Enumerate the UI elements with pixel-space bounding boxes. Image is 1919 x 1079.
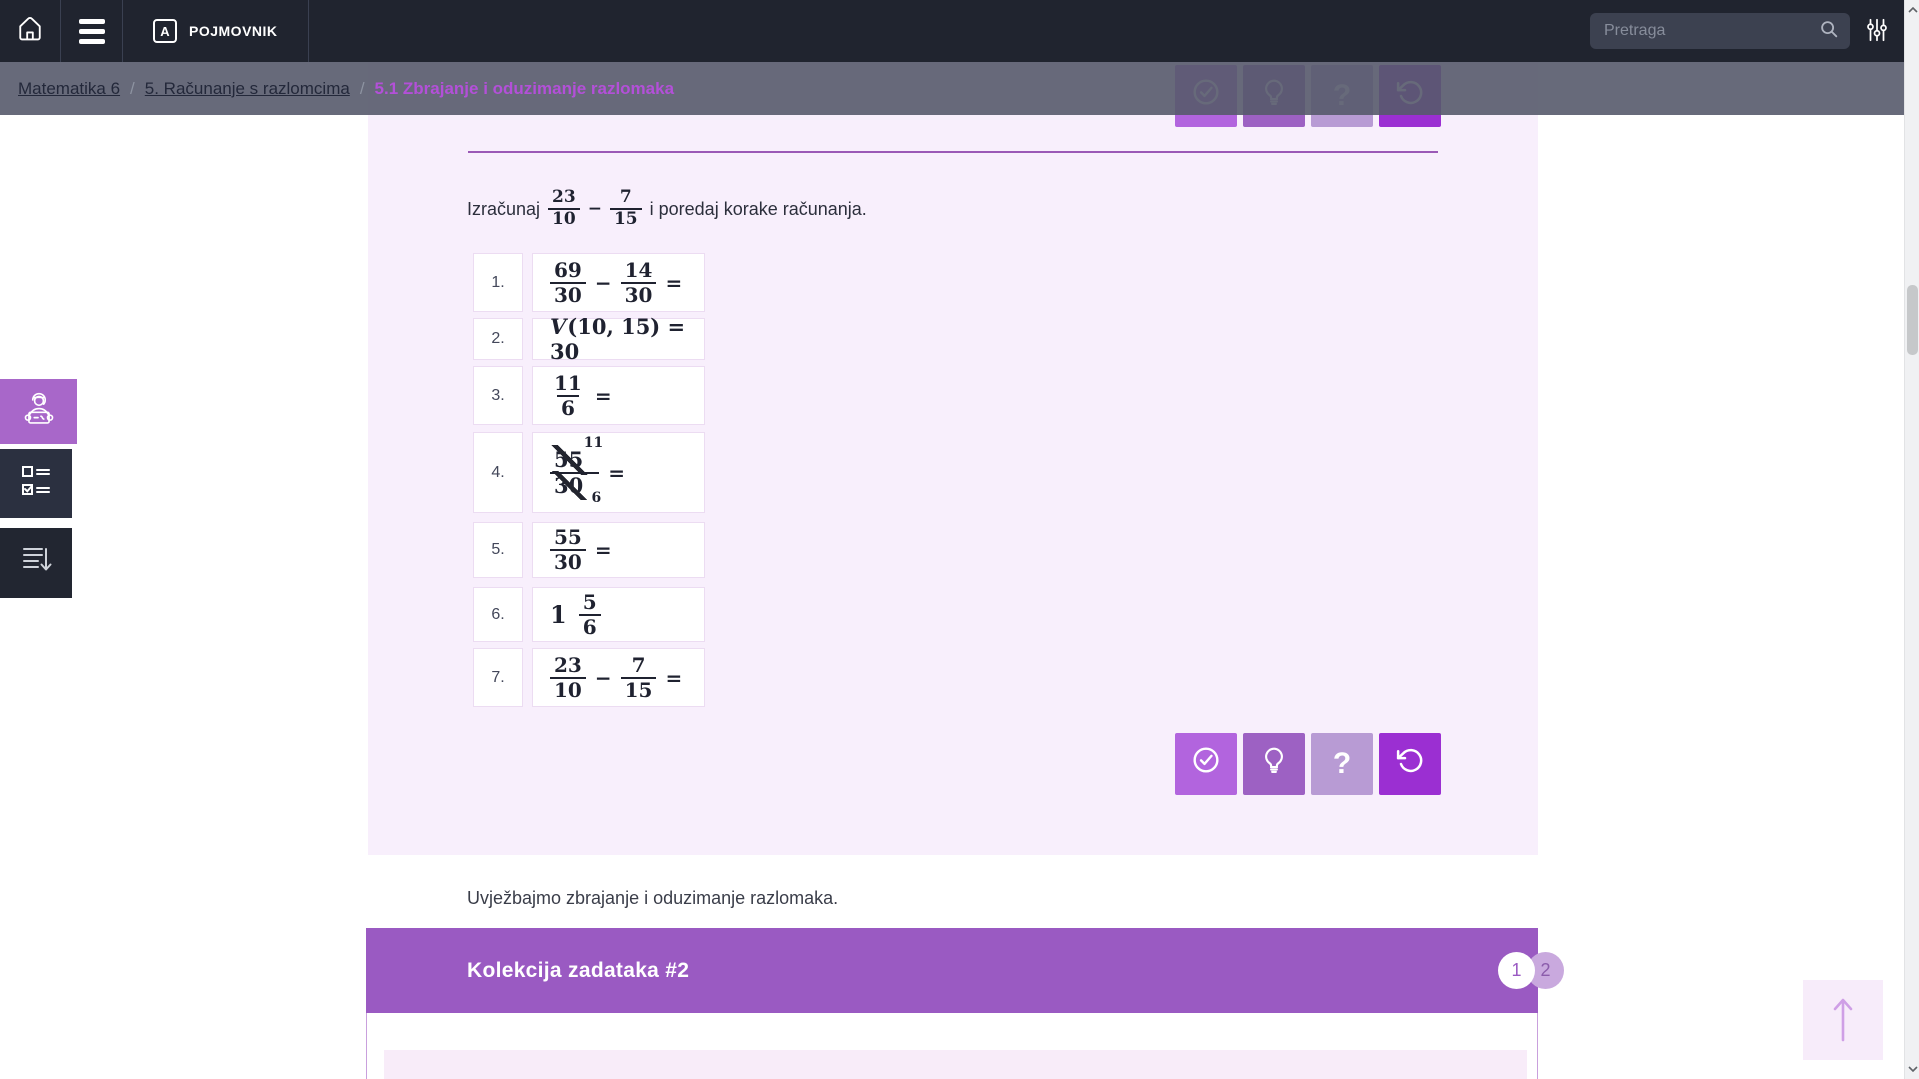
prompt-prefix: Izračunaj (467, 199, 540, 220)
list-down-icon (14, 541, 58, 586)
step-number-1: 1. (473, 253, 523, 312)
step-5-expression: 5530 = (550, 526, 612, 574)
page-scrollbar[interactable] (1904, 0, 1919, 1079)
scrollbar-down-arrow[interactable] (1905, 1061, 1919, 1077)
arrow-up-icon (1829, 996, 1857, 1045)
step-number-2: 2. (473, 318, 523, 360)
main-menu-button[interactable] (61, 0, 123, 62)
lightbulb-icon (1259, 745, 1289, 783)
step-number-6: 6. (473, 587, 523, 642)
question-mark-icon: ? (1333, 747, 1351, 781)
home-button[interactable] (0, 0, 61, 62)
step-2-expression: V(10, 15) = 30 (550, 314, 704, 364)
search-input[interactable] (1604, 22, 1818, 40)
prompt-suffix: i poredaj korake računanja. (650, 199, 867, 220)
task-actions: ? (1175, 733, 1441, 795)
hamburger-menu-icon (79, 19, 105, 44)
collection-body (366, 1013, 1538, 1079)
glossary-a-icon: A (153, 19, 177, 43)
topbar-right-group (1590, 13, 1904, 49)
scroll-to-top-button[interactable] (1803, 980, 1883, 1060)
check-answer-button[interactable] (1175, 733, 1237, 795)
collection-banner: Kolekcija zadataka #2 1 2 (366, 928, 1538, 1013)
sidebar-tab-teacher[interactable] (0, 379, 77, 444)
step-item-1[interactable]: 6930 − 1430 = (532, 253, 705, 312)
search-icon[interactable] (1818, 18, 1840, 45)
scrollbar-up-arrow[interactable] (1905, 2, 1919, 18)
home-icon (17, 14, 43, 49)
breadcrumb-link-chapter[interactable]: 5. Računanje s razlomcima (145, 79, 350, 99)
collection-task-strip (384, 1050, 1527, 1079)
step-1-expression: 6930 − 1430 = (550, 259, 682, 307)
step-7-expression: 2310 − 715 = (550, 654, 682, 702)
step-item-3[interactable]: 116 = (532, 366, 705, 425)
breadcrumb-separator: / (130, 79, 135, 99)
breadcrumb-current-page: 5.1 Zbrajanje i oduzimanje razlomaka (375, 79, 675, 99)
checklist-icon (14, 461, 58, 506)
step-item-5[interactable]: 5530 = (532, 522, 705, 578)
step-item-6[interactable]: 1 56 (532, 587, 705, 642)
collection-title: Kolekcija zadataka #2 (467, 959, 689, 983)
breadcrumb: Matematika 6 / 5. Računanje s razlomcima… (0, 62, 1904, 115)
task-divider (468, 151, 1438, 153)
hint-button[interactable] (1243, 733, 1305, 795)
step-number-4: 4. (473, 432, 523, 513)
minus-operator: − (588, 199, 602, 219)
step-number-5: 5. (473, 522, 523, 578)
help-button[interactable]: ? (1311, 733, 1373, 795)
settings-button[interactable] (1864, 17, 1890, 46)
check-circle-icon (1190, 744, 1222, 784)
reset-button[interactable] (1379, 733, 1441, 795)
top-navigation-bar: A POJMOVNIK (0, 0, 1904, 62)
step-6-expression: 1 56 (550, 591, 601, 639)
pager-page-1[interactable]: 1 (1498, 952, 1535, 989)
step-number-3: 3. (473, 366, 523, 425)
search-box[interactable] (1590, 13, 1850, 49)
step-3-expression: 116 = (550, 372, 612, 420)
step-item-7[interactable]: 2310 − 715 = (532, 648, 705, 707)
cancelled-fraction: 5511 306 (550, 448, 599, 496)
prompt-fraction-1: 23 10 (548, 188, 580, 229)
step-number-7: 7. (473, 648, 523, 707)
step-4-expression: 5511 306 = (550, 448, 625, 496)
page: A POJMOVNIK (0, 0, 1919, 1079)
glossary-label: POJMOVNIK (189, 23, 278, 39)
step-item-4[interactable]: 5511 306 = (532, 432, 705, 513)
glossary-button[interactable]: A POJMOVNIK (123, 0, 309, 62)
prompt-fraction-2: 7 15 (610, 188, 642, 229)
task-prompt: Izračunaj 23 10 − 7 15 i poredaj korake … (467, 178, 867, 240)
sliders-icon (1864, 17, 1890, 46)
breadcrumb-separator: / (360, 79, 365, 99)
sidebar-tab-tasks[interactable] (0, 449, 72, 518)
step-item-2[interactable]: V(10, 15) = 30 (532, 318, 705, 360)
teacher-avatar-icon (16, 386, 62, 437)
reset-icon (1395, 745, 1425, 783)
sidebar-tab-contents[interactable] (0, 528, 72, 598)
practice-intro-text: Uvježbajmo zbrajanje i oduzimanje razlom… (467, 888, 838, 909)
breadcrumb-link-matematika-6[interactable]: Matematika 6 (18, 79, 120, 99)
scrollbar-thumb[interactable] (1907, 285, 1918, 355)
